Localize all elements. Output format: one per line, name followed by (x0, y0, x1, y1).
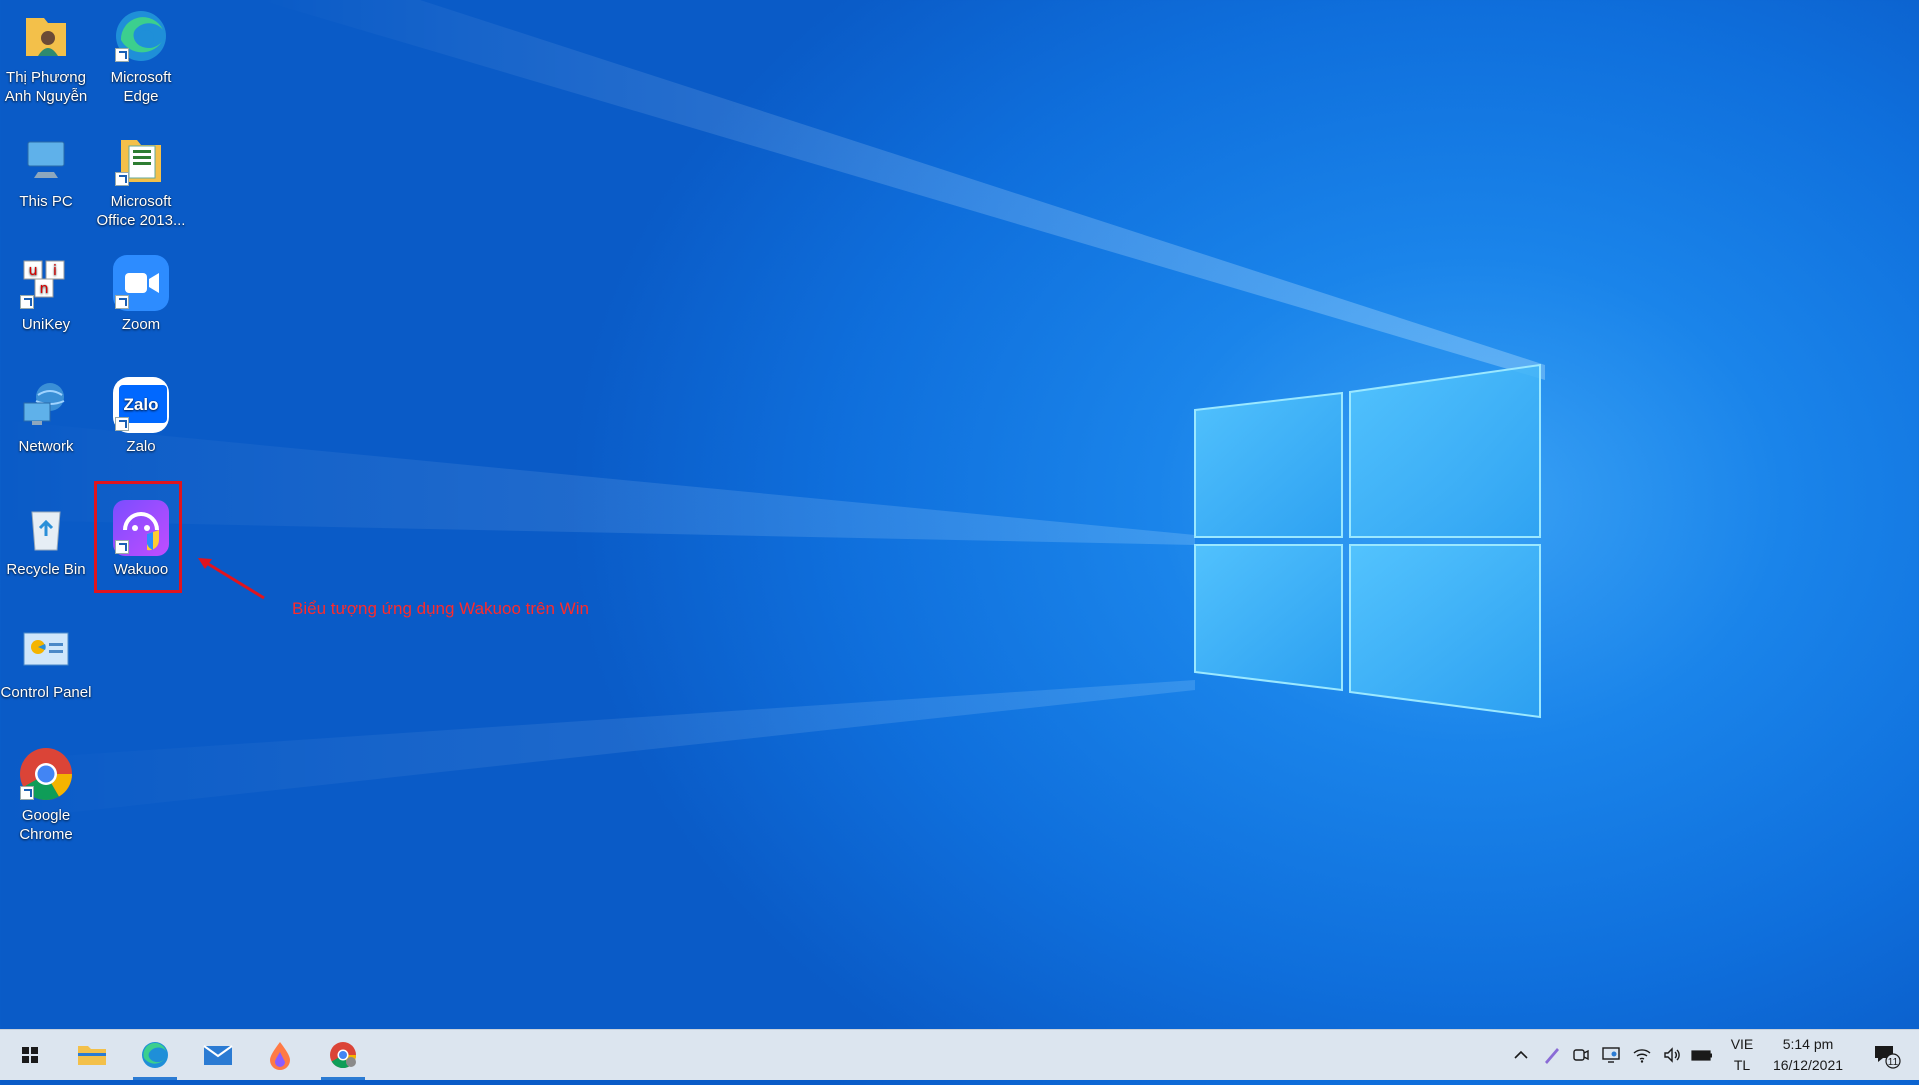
clock[interactable]: 5:14 pm 16/12/2021 (1766, 1030, 1850, 1080)
keyboard-layout-code: TL (1733, 1057, 1751, 1073)
show-hidden-icons-button[interactable] (1508, 1030, 1534, 1080)
taskbar-file-explorer[interactable] (64, 1030, 120, 1080)
clock-time: 5:14 pm (1782, 1036, 1834, 1052)
taskbar: VIE TL 5:14 pm 16/12/2021 11 (0, 1029, 1919, 1080)
mail-icon (203, 1045, 233, 1065)
speaker-icon (1664, 1047, 1680, 1063)
pen-icon (1545, 1048, 1559, 1064)
start-button[interactable] (2, 1030, 58, 1080)
notification-count: 11 (1888, 1057, 1899, 1068)
tray-battery-button[interactable] (1688, 1030, 1716, 1080)
taskbar-edge[interactable] (127, 1030, 183, 1080)
action-center-button[interactable]: 11 (1866, 1030, 1906, 1080)
annotation-arrow (198, 558, 265, 600)
tray-display-button[interactable] (1598, 1030, 1624, 1080)
edge-icon (142, 1042, 168, 1068)
tray-wifi-button[interactable] (1628, 1030, 1656, 1080)
wifi-icon (1633, 1049, 1651, 1063)
tray-pen-button[interactable] (1538, 1030, 1566, 1080)
annotation-text: Biểu tượng ứng dụng Wakuoo trên Win (292, 599, 589, 618)
battery-icon (1691, 1050, 1712, 1061)
paint-drop-icon (270, 1042, 290, 1070)
desktop: Thị Phương Anh Nguyễn This PC u i n UniK… (0, 0, 1919, 1029)
notification-icon: 11 (1875, 1046, 1901, 1069)
tray-volume-button[interactable] (1658, 1030, 1686, 1080)
tray-meet-button[interactable] (1568, 1030, 1594, 1080)
folder-icon (78, 1046, 106, 1065)
meet-now-icon (1573, 1049, 1589, 1061)
clock-date: 16/12/2021 (1772, 1057, 1844, 1073)
chevron-up-icon (1514, 1050, 1528, 1059)
taskbar-mail[interactable] (190, 1030, 246, 1080)
language-code: VIE (1730, 1036, 1754, 1052)
windows-start-icon (22, 1047, 38, 1063)
input-language-indicator[interactable]: VIE TL (1722, 1030, 1762, 1080)
taskbar-chrome[interactable] (315, 1030, 371, 1080)
taskbar-paint-app[interactable] (252, 1030, 308, 1080)
chrome-icon (330, 1042, 357, 1069)
display-icon (1602, 1047, 1620, 1063)
